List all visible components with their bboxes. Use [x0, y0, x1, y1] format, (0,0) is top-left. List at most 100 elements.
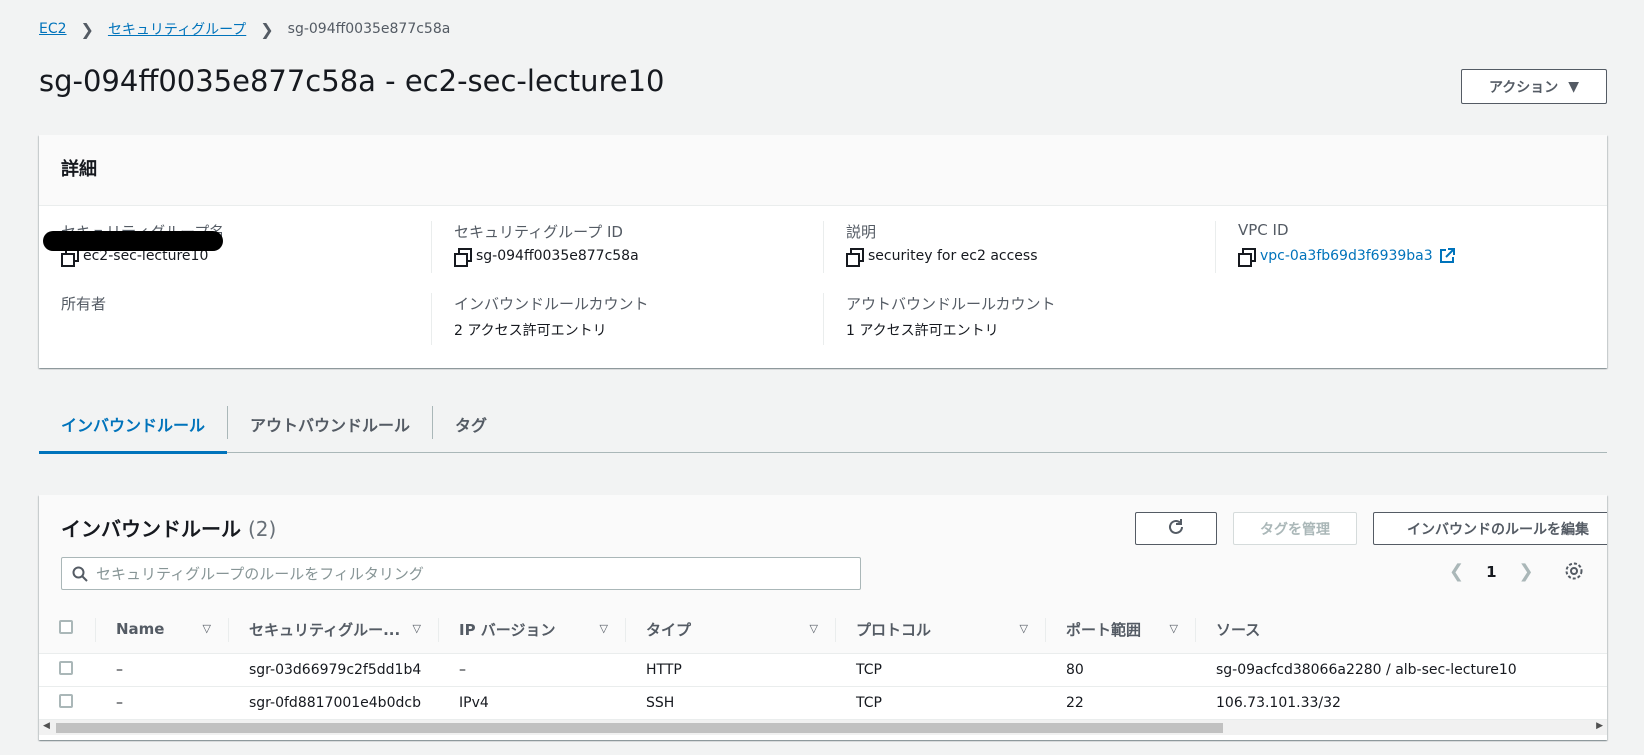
column-header-source[interactable]: ソース — [1196, 606, 1607, 654]
actions-label: アクション — [1488, 79, 1559, 96]
cell-source: sg-09acfcd38066a2280 / alb-sec-lecture10 — [1196, 653, 1607, 687]
vpc-id-link[interactable]: vpc-0a3fb69d3f6939ba3 — [1260, 248, 1433, 264]
sort-icon[interactable]: ▽ — [1020, 622, 1028, 635]
cell-name: – — [96, 653, 229, 687]
column-header-name[interactable]: Name ▽ — [96, 606, 229, 654]
cell-port-range: 22 — [1046, 686, 1196, 720]
inbound-count-label: インバウンドルールカウント — [454, 295, 649, 313]
filter-rules-placeholder: セキュリティグループのルールをフィルタリング — [96, 565, 424, 583]
scroll-right-icon[interactable]: ▶ — [1596, 721, 1603, 731]
cell-protocol: TCP — [836, 686, 1046, 720]
column-label: タイプ — [646, 620, 692, 639]
copy-icon[interactable] — [846, 248, 864, 267]
details-title: 詳細 — [39, 135, 1607, 206]
breadcrumb-current: sg-094ff0035e877c58a — [287, 21, 451, 37]
owner-field: 所有者 — [39, 293, 431, 345]
tab-bar: インバウンドルール アウトバウンドルール タグ — [39, 398, 1607, 454]
table-row[interactable]: – sgr-0fd8817001e4b0dcb IPv4 SSH TCP 22 … — [39, 686, 1607, 720]
select-all-cell — [39, 606, 96, 654]
copy-icon[interactable] — [454, 248, 472, 267]
manage-tags-button[interactable]: タグを管理 — [1233, 512, 1357, 545]
scrollbar-thumb[interactable] — [56, 723, 1223, 733]
column-header-type[interactable]: タイプ ▽ — [626, 606, 836, 654]
edit-inbound-rules-button[interactable]: インバウンドのルールを編集 — [1373, 512, 1607, 545]
tab-outbound-rules[interactable]: アウトバウンドルール — [228, 398, 432, 453]
description-label: 説明 — [846, 223, 877, 241]
description-field: 説明 securitey for ec2 access — [823, 221, 1215, 273]
inbound-rules-title: インバウンドルール (2) — [61, 513, 276, 542]
cell-protocol: TCP — [836, 653, 1046, 687]
chevron-right-icon: ❯ — [260, 19, 274, 39]
sg-id-field: セキュリティグループ ID sg-094ff0035e877c58a — [431, 221, 823, 273]
cell-rule-id: sgr-0fd8817001e4b0dcb — [229, 686, 439, 720]
external-link-icon[interactable] — [1439, 248, 1455, 264]
sort-icon[interactable]: ▽ — [810, 622, 818, 635]
chevron-right-icon: ❯ — [80, 19, 94, 39]
cell-type: HTTP — [626, 653, 836, 687]
outbound-count-field: アウトバウンドルールカウント 1 アクセス許可エントリ — [823, 293, 1215, 345]
owner-value-redacted — [43, 231, 223, 251]
vpc-id-field: VPC ID vpc-0a3fb69d3f6939ba3 — [1215, 221, 1607, 273]
copy-icon[interactable] — [1238, 248, 1256, 267]
sort-icon[interactable]: ▽ — [203, 622, 211, 635]
cell-type: SSH — [626, 686, 836, 720]
column-header-protocol[interactable]: プロトコル ▽ — [836, 606, 1046, 654]
column-label: IP バージョン — [459, 620, 556, 639]
tab-tags[interactable]: タグ — [433, 398, 509, 453]
outbound-count-label: アウトバウンドルールカウント — [846, 295, 1056, 313]
description-value: securitey for ec2 access — [868, 248, 1038, 264]
horizontal-scrollbar[interactable]: ◀ ▶ — [39, 720, 1607, 735]
current-page[interactable]: 1 — [1486, 563, 1496, 581]
select-all-checkbox[interactable] — [59, 620, 73, 635]
row-select-cell — [39, 686, 96, 720]
pagination: ❮ 1 ❯ — [1449, 561, 1534, 582]
breadcrumb-ec2-link[interactable]: EC2 — [39, 21, 67, 37]
gear-icon[interactable] — [1564, 561, 1584, 585]
cell-ip-version: – — [439, 653, 626, 687]
refresh-icon — [1167, 518, 1185, 540]
refresh-button[interactable] — [1135, 512, 1217, 545]
row-select-cell — [39, 653, 96, 687]
column-header-rule-id[interactable]: セキュリティグルー... ▽ — [229, 606, 439, 654]
breadcrumb: EC2 ❯ セキュリティグループ ❯ sg-094ff0035e877c58a — [39, 18, 450, 40]
scroll-left-icon[interactable]: ◀ — [43, 721, 50, 731]
inbound-rules-table: Name ▽ セキュリティグルー... ▽ IP バージョン ▽ タイプ ▽ プロトコル… — [39, 606, 1607, 720]
column-label: セキュリティグルー... — [249, 620, 401, 639]
sg-id-label: セキュリティグループ ID — [454, 223, 623, 241]
cell-port-range: 80 — [1046, 653, 1196, 687]
table-row[interactable]: – sgr-03d66979c2f5dd1b4 – HTTP TCP 80 sg… — [39, 653, 1607, 687]
search-icon — [72, 566, 88, 586]
table-header-row: Name ▽ セキュリティグルー... ▽ IP バージョン ▽ タイプ ▽ プロトコル… — [39, 606, 1607, 654]
inbound-rules-count: (2) — [247, 517, 277, 541]
column-header-port-range[interactable]: ポート範囲 ▽ — [1046, 606, 1196, 654]
cell-rule-id: sgr-03d66979c2f5dd1b4 — [229, 653, 439, 687]
chevron-left-icon[interactable]: ❮ — [1449, 561, 1464, 582]
column-label: プロトコル — [856, 620, 932, 639]
inbound-rules-heading: インバウンドルール — [61, 517, 241, 541]
chevron-right-icon[interactable]: ❯ — [1519, 561, 1534, 582]
details-panel: 詳細 セキュリティグループ名 ec2-sec-lecture10 セキュリティグ… — [39, 135, 1607, 368]
sort-icon[interactable]: ▽ — [1170, 622, 1178, 635]
cell-source: 106.73.101.33/32 — [1196, 686, 1607, 720]
inbound-rules-panel: インバウンドルール (2) タグを管理 インバウンドのルールを編集 セキュリティ… — [39, 495, 1607, 740]
sort-icon[interactable]: ▽ — [413, 622, 421, 635]
column-label: ポート範囲 — [1066, 620, 1142, 639]
breadcrumb-security-groups-link[interactable]: セキュリティグループ — [108, 19, 246, 39]
page-title: sg-094ff0035e877c58a - ec2-sec-lecture10 — [39, 64, 665, 98]
outbound-count-value: 1 アクセス許可エントリ — [846, 323, 999, 339]
inbound-count-field: インバウンドルールカウント 2 アクセス許可エントリ — [431, 293, 823, 345]
cell-ip-version: IPv4 — [439, 686, 626, 720]
sg-id-value: sg-094ff0035e877c58a — [476, 248, 639, 264]
sort-icon[interactable]: ▽ — [600, 622, 608, 635]
cell-name: – — [96, 686, 229, 720]
row-checkbox[interactable] — [59, 660, 73, 675]
row-checkbox[interactable] — [59, 693, 73, 708]
column-label: Name — [116, 620, 165, 639]
inbound-count-value: 2 アクセス許可エントリ — [454, 323, 607, 339]
tab-inbound-rules[interactable]: インバウンドルール — [39, 398, 228, 454]
vpc-id-label: VPC ID — [1238, 221, 1289, 239]
filter-rules-input[interactable]: セキュリティグループのルールをフィルタリング — [61, 557, 861, 590]
column-header-ip-version[interactable]: IP バージョン ▽ — [439, 606, 626, 654]
actions-button[interactable]: アクション ▼ — [1461, 69, 1607, 104]
caret-down-icon: ▼ — [1568, 78, 1580, 95]
